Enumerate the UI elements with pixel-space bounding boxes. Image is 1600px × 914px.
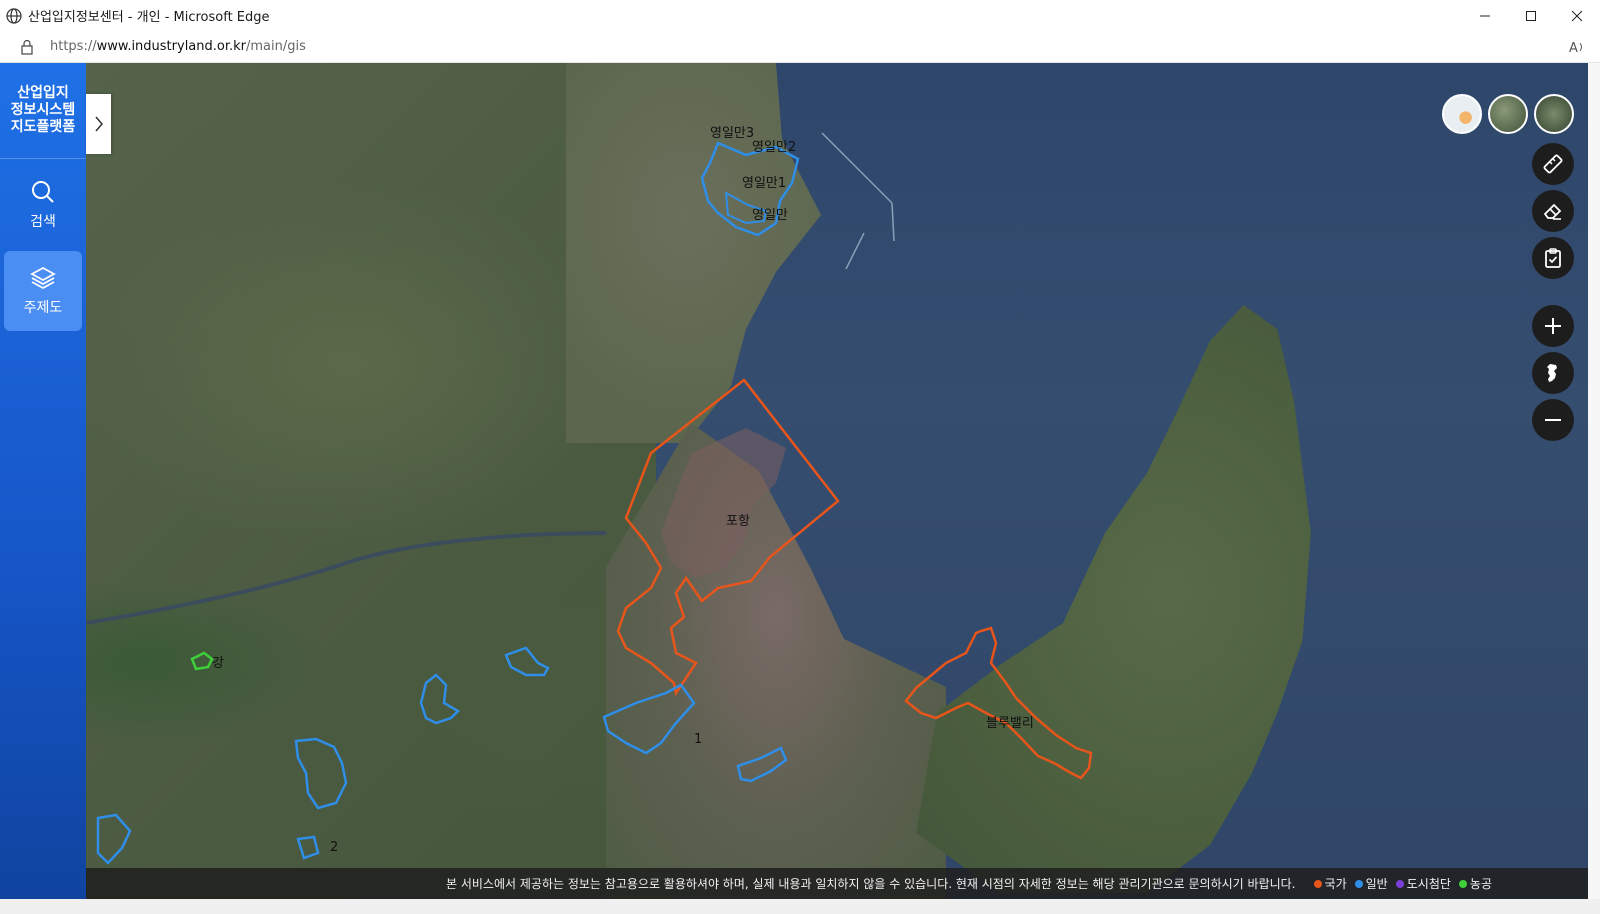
sidebar-item-theme-map[interactable]: 주제도 xyxy=(4,251,82,331)
url-domain: www.industryland.or.kr xyxy=(96,39,247,54)
complex-general-3[interactable] xyxy=(504,646,550,677)
satellite-map-button[interactable] xyxy=(1488,94,1528,134)
read-aloud-icon[interactable]: A xyxy=(1568,38,1586,56)
legend-label: 농공 xyxy=(1469,877,1492,891)
maximize-icon xyxy=(1526,10,1536,21)
map-label: 포항 xyxy=(726,514,750,529)
legend-item-urban-hightech: 도시첨단 xyxy=(1395,875,1451,892)
map-label: 영일만 xyxy=(752,208,788,223)
map-label: 영일만1 xyxy=(742,176,786,191)
maximize-button[interactable] xyxy=(1508,0,1554,31)
complex-general-7[interactable] xyxy=(296,835,320,860)
legend-label: 도시첨단 xyxy=(1406,877,1451,891)
window-titlebar: 산업입지정보센터 - 개인 - Microsoft Edge xyxy=(0,0,1600,31)
layers-icon xyxy=(30,266,56,290)
complex-general-6[interactable] xyxy=(96,813,132,865)
complex-general-5[interactable] xyxy=(294,737,348,810)
steel-works xyxy=(661,428,786,578)
eraser-icon xyxy=(1543,203,1562,220)
legend-label: 일반 xyxy=(1365,877,1388,891)
map-label: 강 xyxy=(212,656,224,671)
legend-dot xyxy=(1395,879,1404,888)
legend-dot xyxy=(1354,879,1363,888)
report-button[interactable] xyxy=(1532,237,1574,279)
brand-logo[interactable]: 산업입지 정보시스템 지도플랫폼 xyxy=(0,63,86,159)
complex-national-bluevalley[interactable] xyxy=(904,626,1093,780)
lock-icon xyxy=(21,39,33,55)
window-bottom-edge xyxy=(0,899,1600,914)
zoom-in-button[interactable] xyxy=(1532,305,1574,347)
zoom-out-button[interactable] xyxy=(1532,399,1574,441)
legend-item-agri: 농공 xyxy=(1458,875,1492,892)
complex-agri-gang[interactable] xyxy=(190,651,214,671)
pier xyxy=(891,202,895,242)
sidebar-item-label: 주제도 xyxy=(23,300,63,316)
left-sidebar: 산업입지 정보시스템 지도플랫폼 검색 주제도 xyxy=(0,63,86,899)
url-path: /main/gis xyxy=(246,39,306,54)
street-map-button[interactable] xyxy=(1442,94,1482,134)
map-label: 영일만2 xyxy=(752,140,796,155)
svg-text:A: A xyxy=(1569,41,1578,56)
map-label: 2 xyxy=(330,840,338,855)
complex-general-2[interactable] xyxy=(736,746,788,783)
clipboard-check-icon xyxy=(1545,248,1561,268)
legend-dot xyxy=(1458,879,1467,888)
close-icon xyxy=(1571,10,1583,21)
full-extent-button[interactable] xyxy=(1532,352,1574,394)
legend-item-national: 국가 xyxy=(1313,875,1347,892)
korea-map-icon xyxy=(1547,364,1557,382)
map-footer: 본 서비스에서 제공하는 정보는 참고용으로 활용하셔야 하며, 실제 내용과 … xyxy=(86,868,1588,899)
complex-general-4[interactable] xyxy=(419,673,461,725)
zoom-out-icon xyxy=(1545,419,1561,421)
minimize-button[interactable] xyxy=(1462,0,1508,31)
complex-general-1[interactable] xyxy=(602,683,696,755)
legend-item-general: 일반 xyxy=(1354,875,1388,892)
search-icon xyxy=(32,181,54,203)
brand-line-1: 산업입지 xyxy=(17,85,69,101)
ruler-icon xyxy=(1543,154,1563,174)
complex-legend: 국가 일반 도시첨단 농공 xyxy=(1313,875,1492,892)
map-canvas[interactable]: 영일만3 영일만2 영일만1 영일만 포항 블루밸리 강 1 2 xyxy=(86,63,1588,899)
sidebar-item-label: 검색 xyxy=(30,214,56,230)
pier xyxy=(845,232,865,270)
legend-dot xyxy=(1313,879,1322,888)
globe-icon xyxy=(6,7,22,24)
url-text[interactable]: https://www.industryland.or.kr/main/gis xyxy=(50,39,306,54)
brand-line-3: 지도플랫폼 xyxy=(10,119,76,135)
window-title: 산업입지정보센터 - 개인 - Microsoft Edge xyxy=(28,10,270,25)
river xyxy=(86,531,607,625)
close-button[interactable] xyxy=(1554,0,1600,31)
measure-button[interactable] xyxy=(1532,143,1574,185)
legend-label: 국가 xyxy=(1324,877,1347,891)
erase-button[interactable] xyxy=(1532,190,1574,232)
url-prefix: https:// xyxy=(50,39,97,54)
zoom-in-icon xyxy=(1545,318,1561,334)
sidebar-item-search[interactable]: 검색 xyxy=(4,165,82,245)
scrollbar-track[interactable] xyxy=(1588,63,1600,899)
pier xyxy=(821,132,893,204)
sidebar-toggle-button[interactable] xyxy=(86,94,111,154)
map-label: 블루밸리 xyxy=(986,716,1034,731)
hybrid-map-button[interactable] xyxy=(1534,94,1574,134)
map-overlay: 영일만3 영일만2 영일만1 영일만 포항 블루밸리 강 1 2 xyxy=(86,126,1093,865)
map-label: 1 xyxy=(694,732,702,747)
basemap-switcher xyxy=(1442,94,1574,134)
minimize-icon xyxy=(1480,15,1490,16)
map-label: 영일만3 xyxy=(710,126,754,141)
disclaimer-text: 본 서비스에서 제공하는 정보는 참고용으로 활용하셔야 하며, 실제 내용과 … xyxy=(446,877,1296,891)
chevron-right-icon xyxy=(94,116,103,132)
brand-line-2: 정보시스템 xyxy=(10,102,76,118)
address-bar[interactable]: https://www.industryland.or.kr/main/gis … xyxy=(0,31,1600,63)
